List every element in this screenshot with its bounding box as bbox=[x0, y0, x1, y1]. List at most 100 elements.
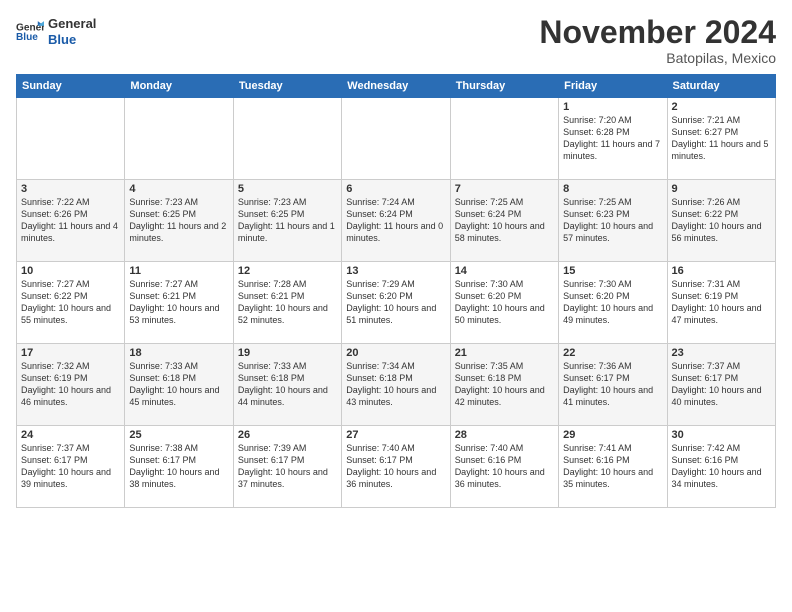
table-cell: 26Sunrise: 7:39 AM Sunset: 6:17 PM Dayli… bbox=[233, 426, 341, 508]
table-cell: 23Sunrise: 7:37 AM Sunset: 6:17 PM Dayli… bbox=[667, 344, 775, 426]
table-cell: 28Sunrise: 7:40 AM Sunset: 6:16 PM Dayli… bbox=[450, 426, 558, 508]
day-info: Sunrise: 7:37 AM Sunset: 6:17 PM Dayligh… bbox=[672, 360, 771, 409]
col-friday: Friday bbox=[559, 75, 667, 98]
location: Batopilas, Mexico bbox=[539, 50, 776, 66]
table-cell: 30Sunrise: 7:42 AM Sunset: 6:16 PM Dayli… bbox=[667, 426, 775, 508]
calendar-week-5: 24Sunrise: 7:37 AM Sunset: 6:17 PM Dayli… bbox=[17, 426, 776, 508]
day-info: Sunrise: 7:25 AM Sunset: 6:24 PM Dayligh… bbox=[455, 196, 554, 245]
table-cell: 4Sunrise: 7:23 AM Sunset: 6:25 PM Daylig… bbox=[125, 180, 233, 262]
table-cell: 21Sunrise: 7:35 AM Sunset: 6:18 PM Dayli… bbox=[450, 344, 558, 426]
day-number: 9 bbox=[672, 183, 771, 195]
day-info: Sunrise: 7:33 AM Sunset: 6:18 PM Dayligh… bbox=[129, 360, 228, 409]
table-cell: 1Sunrise: 7:20 AM Sunset: 6:28 PM Daylig… bbox=[559, 98, 667, 180]
day-info: Sunrise: 7:35 AM Sunset: 6:18 PM Dayligh… bbox=[455, 360, 554, 409]
logo-general: General bbox=[48, 16, 96, 32]
day-info: Sunrise: 7:33 AM Sunset: 6:18 PM Dayligh… bbox=[238, 360, 337, 409]
day-info: Sunrise: 7:34 AM Sunset: 6:18 PM Dayligh… bbox=[346, 360, 445, 409]
day-info: Sunrise: 7:32 AM Sunset: 6:19 PM Dayligh… bbox=[21, 360, 120, 409]
day-info: Sunrise: 7:29 AM Sunset: 6:20 PM Dayligh… bbox=[346, 278, 445, 327]
table-cell: 14Sunrise: 7:30 AM Sunset: 6:20 PM Dayli… bbox=[450, 262, 558, 344]
calendar-table: Sunday Monday Tuesday Wednesday Thursday… bbox=[16, 74, 776, 508]
day-number: 11 bbox=[129, 265, 228, 277]
table-cell: 7Sunrise: 7:25 AM Sunset: 6:24 PM Daylig… bbox=[450, 180, 558, 262]
table-cell: 11Sunrise: 7:27 AM Sunset: 6:21 PM Dayli… bbox=[125, 262, 233, 344]
table-cell: 19Sunrise: 7:33 AM Sunset: 6:18 PM Dayli… bbox=[233, 344, 341, 426]
day-number: 3 bbox=[21, 183, 120, 195]
day-number: 6 bbox=[346, 183, 445, 195]
calendar-week-1: 1Sunrise: 7:20 AM Sunset: 6:28 PM Daylig… bbox=[17, 98, 776, 180]
header: General Blue General Blue November 2024 … bbox=[16, 16, 776, 66]
table-cell bbox=[342, 98, 450, 180]
day-info: Sunrise: 7:39 AM Sunset: 6:17 PM Dayligh… bbox=[238, 442, 337, 491]
day-info: Sunrise: 7:27 AM Sunset: 6:22 PM Dayligh… bbox=[21, 278, 120, 327]
day-number: 12 bbox=[238, 265, 337, 277]
table-cell: 29Sunrise: 7:41 AM Sunset: 6:16 PM Dayli… bbox=[559, 426, 667, 508]
svg-text:Blue: Blue bbox=[16, 31, 38, 42]
table-cell bbox=[125, 98, 233, 180]
day-info: Sunrise: 7:22 AM Sunset: 6:26 PM Dayligh… bbox=[21, 196, 120, 245]
day-number: 27 bbox=[346, 429, 445, 441]
calendar-week-3: 10Sunrise: 7:27 AM Sunset: 6:22 PM Dayli… bbox=[17, 262, 776, 344]
col-tuesday: Tuesday bbox=[233, 75, 341, 98]
col-saturday: Saturday bbox=[667, 75, 775, 98]
day-number: 2 bbox=[672, 101, 771, 113]
day-number: 7 bbox=[455, 183, 554, 195]
day-info: Sunrise: 7:27 AM Sunset: 6:21 PM Dayligh… bbox=[129, 278, 228, 327]
day-number: 1 bbox=[563, 101, 662, 113]
day-number: 18 bbox=[129, 347, 228, 359]
day-info: Sunrise: 7:41 AM Sunset: 6:16 PM Dayligh… bbox=[563, 442, 662, 491]
table-cell: 10Sunrise: 7:27 AM Sunset: 6:22 PM Dayli… bbox=[17, 262, 125, 344]
day-number: 5 bbox=[238, 183, 337, 195]
day-number: 4 bbox=[129, 183, 228, 195]
day-number: 15 bbox=[563, 265, 662, 277]
month-title: November 2024 bbox=[539, 16, 776, 48]
day-number: 14 bbox=[455, 265, 554, 277]
table-cell: 9Sunrise: 7:26 AM Sunset: 6:22 PM Daylig… bbox=[667, 180, 775, 262]
day-number: 22 bbox=[563, 347, 662, 359]
day-number: 26 bbox=[238, 429, 337, 441]
table-cell: 8Sunrise: 7:25 AM Sunset: 6:23 PM Daylig… bbox=[559, 180, 667, 262]
day-number: 17 bbox=[21, 347, 120, 359]
day-number: 20 bbox=[346, 347, 445, 359]
col-sunday: Sunday bbox=[17, 75, 125, 98]
title-block: November 2024 Batopilas, Mexico bbox=[539, 16, 776, 66]
day-info: Sunrise: 7:37 AM Sunset: 6:17 PM Dayligh… bbox=[21, 442, 120, 491]
day-info: Sunrise: 7:23 AM Sunset: 6:25 PM Dayligh… bbox=[129, 196, 228, 245]
table-cell: 18Sunrise: 7:33 AM Sunset: 6:18 PM Dayli… bbox=[125, 344, 233, 426]
col-monday: Monday bbox=[125, 75, 233, 98]
table-cell bbox=[233, 98, 341, 180]
table-cell: 3Sunrise: 7:22 AM Sunset: 6:26 PM Daylig… bbox=[17, 180, 125, 262]
logo-icon: General Blue bbox=[16, 18, 44, 46]
table-cell: 15Sunrise: 7:30 AM Sunset: 6:20 PM Dayli… bbox=[559, 262, 667, 344]
day-number: 30 bbox=[672, 429, 771, 441]
table-cell: 27Sunrise: 7:40 AM Sunset: 6:17 PM Dayli… bbox=[342, 426, 450, 508]
table-cell: 22Sunrise: 7:36 AM Sunset: 6:17 PM Dayli… bbox=[559, 344, 667, 426]
day-number: 19 bbox=[238, 347, 337, 359]
day-info: Sunrise: 7:40 AM Sunset: 6:17 PM Dayligh… bbox=[346, 442, 445, 491]
col-wednesday: Wednesday bbox=[342, 75, 450, 98]
table-cell: 20Sunrise: 7:34 AM Sunset: 6:18 PM Dayli… bbox=[342, 344, 450, 426]
day-info: Sunrise: 7:23 AM Sunset: 6:25 PM Dayligh… bbox=[238, 196, 337, 245]
table-cell: 5Sunrise: 7:23 AM Sunset: 6:25 PM Daylig… bbox=[233, 180, 341, 262]
logo: General Blue General Blue bbox=[16, 16, 96, 47]
day-number: 8 bbox=[563, 183, 662, 195]
day-info: Sunrise: 7:25 AM Sunset: 6:23 PM Dayligh… bbox=[563, 196, 662, 245]
table-cell: 13Sunrise: 7:29 AM Sunset: 6:20 PM Dayli… bbox=[342, 262, 450, 344]
table-cell bbox=[450, 98, 558, 180]
day-number: 25 bbox=[129, 429, 228, 441]
logo-blue: Blue bbox=[48, 32, 96, 48]
table-cell: 6Sunrise: 7:24 AM Sunset: 6:24 PM Daylig… bbox=[342, 180, 450, 262]
day-info: Sunrise: 7:31 AM Sunset: 6:19 PM Dayligh… bbox=[672, 278, 771, 327]
day-info: Sunrise: 7:38 AM Sunset: 6:17 PM Dayligh… bbox=[129, 442, 228, 491]
table-cell: 17Sunrise: 7:32 AM Sunset: 6:19 PM Dayli… bbox=[17, 344, 125, 426]
day-number: 23 bbox=[672, 347, 771, 359]
day-info: Sunrise: 7:20 AM Sunset: 6:28 PM Dayligh… bbox=[563, 114, 662, 163]
day-number: 21 bbox=[455, 347, 554, 359]
table-cell bbox=[17, 98, 125, 180]
day-number: 29 bbox=[563, 429, 662, 441]
col-thursday: Thursday bbox=[450, 75, 558, 98]
day-number: 24 bbox=[21, 429, 120, 441]
day-info: Sunrise: 7:26 AM Sunset: 6:22 PM Dayligh… bbox=[672, 196, 771, 245]
day-info: Sunrise: 7:30 AM Sunset: 6:20 PM Dayligh… bbox=[563, 278, 662, 327]
day-info: Sunrise: 7:30 AM Sunset: 6:20 PM Dayligh… bbox=[455, 278, 554, 327]
